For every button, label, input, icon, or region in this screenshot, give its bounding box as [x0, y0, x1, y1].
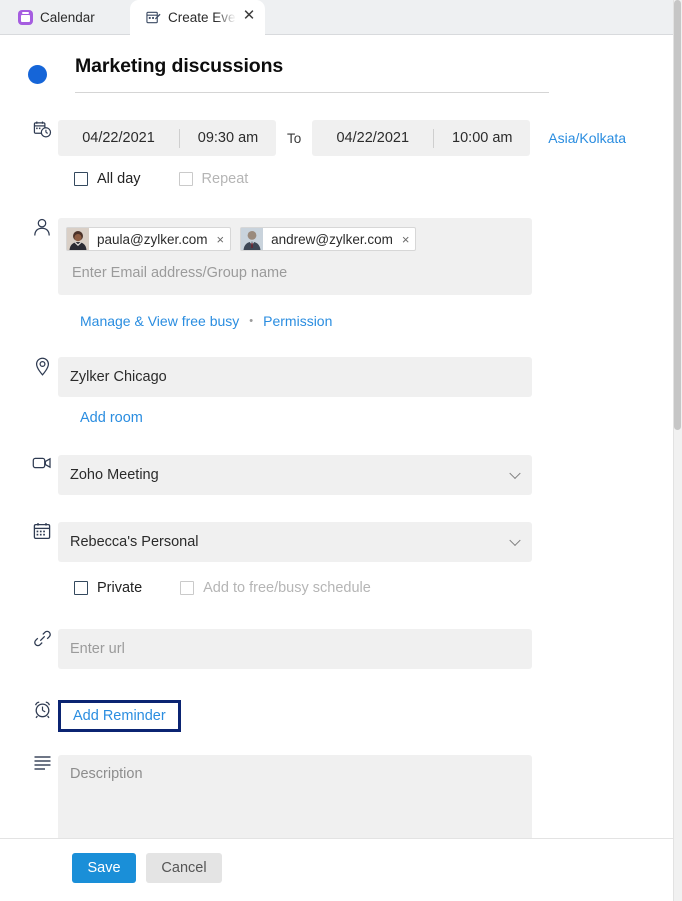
permission-link[interactable]: Permission [263, 313, 332, 329]
save-button[interactable]: Save [72, 853, 136, 883]
calendar-app-icon [18, 10, 33, 25]
close-icon[interactable]: ✕ [242, 9, 256, 23]
page-scrollbar[interactable] [673, 0, 682, 901]
reminder-row: Add Reminder [26, 700, 181, 732]
add-room-row: Add room [80, 410, 143, 426]
timezone-link[interactable]: Asia/Kolkata [548, 130, 626, 146]
add-reminder-button[interactable]: Add Reminder [58, 700, 181, 732]
schedule-options-row: All day Repeat [74, 171, 248, 187]
tab-create-event-label: Create Eve [168, 10, 236, 25]
calendar-row: Rebecca's Personal [26, 522, 532, 562]
location-value: Zylker Chicago [70, 369, 167, 385]
calendar-value: Rebecca's Personal [70, 534, 199, 550]
freebusy-checkbox-row[interactable]: Add to free/busy schedule [180, 580, 371, 596]
location-pin-icon [26, 357, 58, 397]
end-datetime-group[interactable]: 04/22/2021 10:00 am [312, 120, 530, 156]
calendar-clock-icon [26, 120, 58, 156]
remove-attendee-icon[interactable]: × [402, 233, 410, 246]
private-checkbox[interactable] [74, 581, 88, 595]
person-icon [26, 218, 58, 295]
attendee-email: paula@zylker.com [89, 232, 217, 247]
all-day-checkbox[interactable] [74, 172, 88, 186]
start-date-input[interactable]: 04/22/2021 [58, 120, 179, 156]
manage-free-busy-link[interactable]: Manage & View free busy [80, 313, 239, 329]
attendees-field[interactable]: paula@zylker.com × [58, 218, 532, 295]
description-row: Description [26, 755, 532, 838]
separator: • [249, 315, 253, 327]
freebusy-label: Add to free/busy schedule [203, 580, 371, 596]
description-input[interactable]: Description [58, 755, 532, 838]
remove-attendee-icon[interactable]: × [217, 233, 225, 246]
repeat-checkbox-row[interactable]: Repeat [179, 171, 249, 187]
attendee-chip-list: paula@zylker.com × [66, 227, 524, 251]
tab-calendar-label: Calendar [40, 10, 95, 25]
event-form: Marketing discussions [0, 35, 673, 838]
all-day-checkbox-row[interactable]: All day [74, 171, 141, 187]
schedule-row: 04/22/2021 09:30 am To 04/22/2021 10:00 … [26, 120, 626, 156]
description-placeholder: Description [70, 766, 143, 782]
attendee-search-input[interactable]: Enter Email address/Group name [66, 251, 524, 295]
calendar-options-row: Private Add to free/busy schedule [74, 580, 371, 596]
all-day-label: All day [97, 171, 141, 187]
start-datetime-group[interactable]: 04/22/2021 09:30 am [58, 120, 276, 156]
to-label: To [287, 131, 301, 146]
url-input[interactable]: Enter url [58, 629, 532, 669]
location-input[interactable]: Zylker Chicago [58, 357, 532, 397]
chevron-down-icon [509, 535, 520, 546]
attendees-row: paula@zylker.com × [26, 218, 532, 295]
attendee-chip[interactable]: andrew@zylker.com × [240, 227, 416, 251]
private-label: Private [97, 580, 142, 596]
attendee-chip[interactable]: paula@zylker.com × [66, 227, 231, 251]
calendar-icon [26, 522, 58, 562]
tab-calendar[interactable]: Calendar [8, 0, 105, 35]
private-checkbox-row[interactable]: Private [74, 580, 142, 596]
tab-create-event[interactable]: Create Eve ✕ [130, 0, 265, 35]
end-date-input[interactable]: 04/22/2021 [312, 120, 433, 156]
andrew-avatar [241, 228, 263, 250]
scrollbar-thumb[interactable] [674, 0, 681, 430]
alarm-clock-icon [26, 700, 58, 732]
add-room-link[interactable]: Add room [80, 410, 143, 426]
conference-row: Zoho Meeting [26, 455, 532, 495]
repeat-label: Repeat [202, 171, 249, 187]
create-event-window: Calendar Create Eve ✕ Marketing discussi… [0, 0, 682, 901]
form-footer: Save Cancel [0, 838, 673, 901]
conference-value: Zoho Meeting [70, 467, 159, 483]
description-lines-icon [26, 755, 58, 838]
event-title-row: Marketing discussions [28, 55, 549, 93]
attendee-links-row: Manage & View free busy • Permission [80, 313, 332, 329]
conference-select[interactable]: Zoho Meeting [58, 455, 532, 495]
cancel-button[interactable]: Cancel [146, 853, 222, 883]
page-title: Marketing discussions [75, 55, 283, 77]
link-icon [26, 629, 58, 669]
event-title-field[interactable]: Marketing discussions [75, 55, 549, 93]
location-row: Zylker Chicago [26, 357, 532, 397]
calendar-select[interactable]: Rebecca's Personal [58, 522, 532, 562]
repeat-checkbox[interactable] [179, 172, 193, 186]
add-reminder-label: Add Reminder [73, 708, 166, 724]
create-event-icon [146, 10, 161, 25]
url-placeholder: Enter url [70, 641, 125, 657]
paula-avatar [67, 228, 89, 250]
end-time-input[interactable]: 10:00 am [434, 120, 530, 156]
event-color-dot[interactable] [28, 65, 47, 84]
browser-tab-bar: Calendar Create Eve ✕ [0, 0, 673, 35]
url-row: Enter url [26, 629, 532, 669]
video-camera-icon [26, 455, 58, 495]
chevron-down-icon [509, 468, 520, 479]
freebusy-checkbox[interactable] [180, 581, 194, 595]
start-time-input[interactable]: 09:30 am [180, 120, 276, 156]
attendee-email: andrew@zylker.com [263, 232, 402, 247]
